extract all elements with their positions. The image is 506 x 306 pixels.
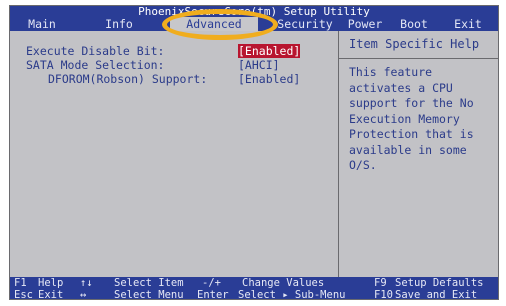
tab-security[interactable]: Security xyxy=(270,17,340,31)
help-text: This feature activates a CPU support for… xyxy=(349,65,474,172)
key-hint-key: F10 xyxy=(374,289,393,300)
status-line-1: F1 Help ↑↓ Select Item -/+ Change Values… xyxy=(10,277,498,289)
key-hint-label: Help xyxy=(38,277,64,289)
key-hint-key: -/+ xyxy=(202,277,221,289)
bios-setup-window: PhoenixSecureCore(tm) Setup Utility Main… xyxy=(9,5,499,300)
arrow-up-down-icon: ↑↓ xyxy=(80,277,93,289)
menu-bar: Main Info Advanced Security Power Boot E… xyxy=(10,17,498,31)
status-line-2: Esc Exit ↔ Select Menu Enter Select ▸ Su… xyxy=(10,289,498,300)
key-hint-label: Exit xyxy=(38,289,64,300)
key-hint-label: Select Menu xyxy=(114,289,184,300)
tab-info[interactable]: Info xyxy=(100,17,138,31)
setting-label: SATA Mode Selection: xyxy=(26,58,165,72)
key-hint-key: F9 xyxy=(374,277,387,289)
tab-exit[interactable]: Exit xyxy=(448,17,488,31)
help-divider xyxy=(339,58,498,59)
key-hint-key: F1 xyxy=(14,277,27,289)
setting-label: DFOROM(Robson) Support: xyxy=(48,72,208,86)
setting-label: Execute Disable Bit: xyxy=(26,44,165,58)
title-bar: PhoenixSecureCore(tm) Setup Utility xyxy=(10,6,498,17)
key-hint-label: Select Item xyxy=(114,277,184,289)
tab-power[interactable]: Power xyxy=(342,17,388,31)
tab-main[interactable]: Main xyxy=(22,17,62,31)
tab-advanced[interactable]: Advanced xyxy=(170,17,258,31)
setting-value[interactable]: [Enabled] xyxy=(238,72,300,86)
setting-value-selected[interactable]: [Enabled] xyxy=(238,44,301,58)
key-hint-label: Select ▸ Sub-Menu xyxy=(238,289,346,300)
key-hint-label: Change Values xyxy=(242,277,325,289)
help-title: Item Specific Help xyxy=(349,37,480,51)
arrow-left-right-icon: ↔ xyxy=(80,289,87,300)
settings-panel: Execute Disable Bit: [Enabled] SATA Mode… xyxy=(10,31,339,277)
key-hint-label: Save and Exit xyxy=(395,289,478,300)
status-bar: F1 Help ↑↓ Select Item -/+ Change Values… xyxy=(10,277,498,300)
key-hint-key: Esc xyxy=(14,289,33,300)
setting-value[interactable]: [AHCI] xyxy=(238,58,280,72)
tab-boot[interactable]: Boot xyxy=(396,17,432,31)
key-hint-label: Setup Defaults xyxy=(395,277,484,289)
help-panel: Item Specific Help This feature activate… xyxy=(339,31,498,277)
key-hint-key: Enter xyxy=(197,289,229,300)
